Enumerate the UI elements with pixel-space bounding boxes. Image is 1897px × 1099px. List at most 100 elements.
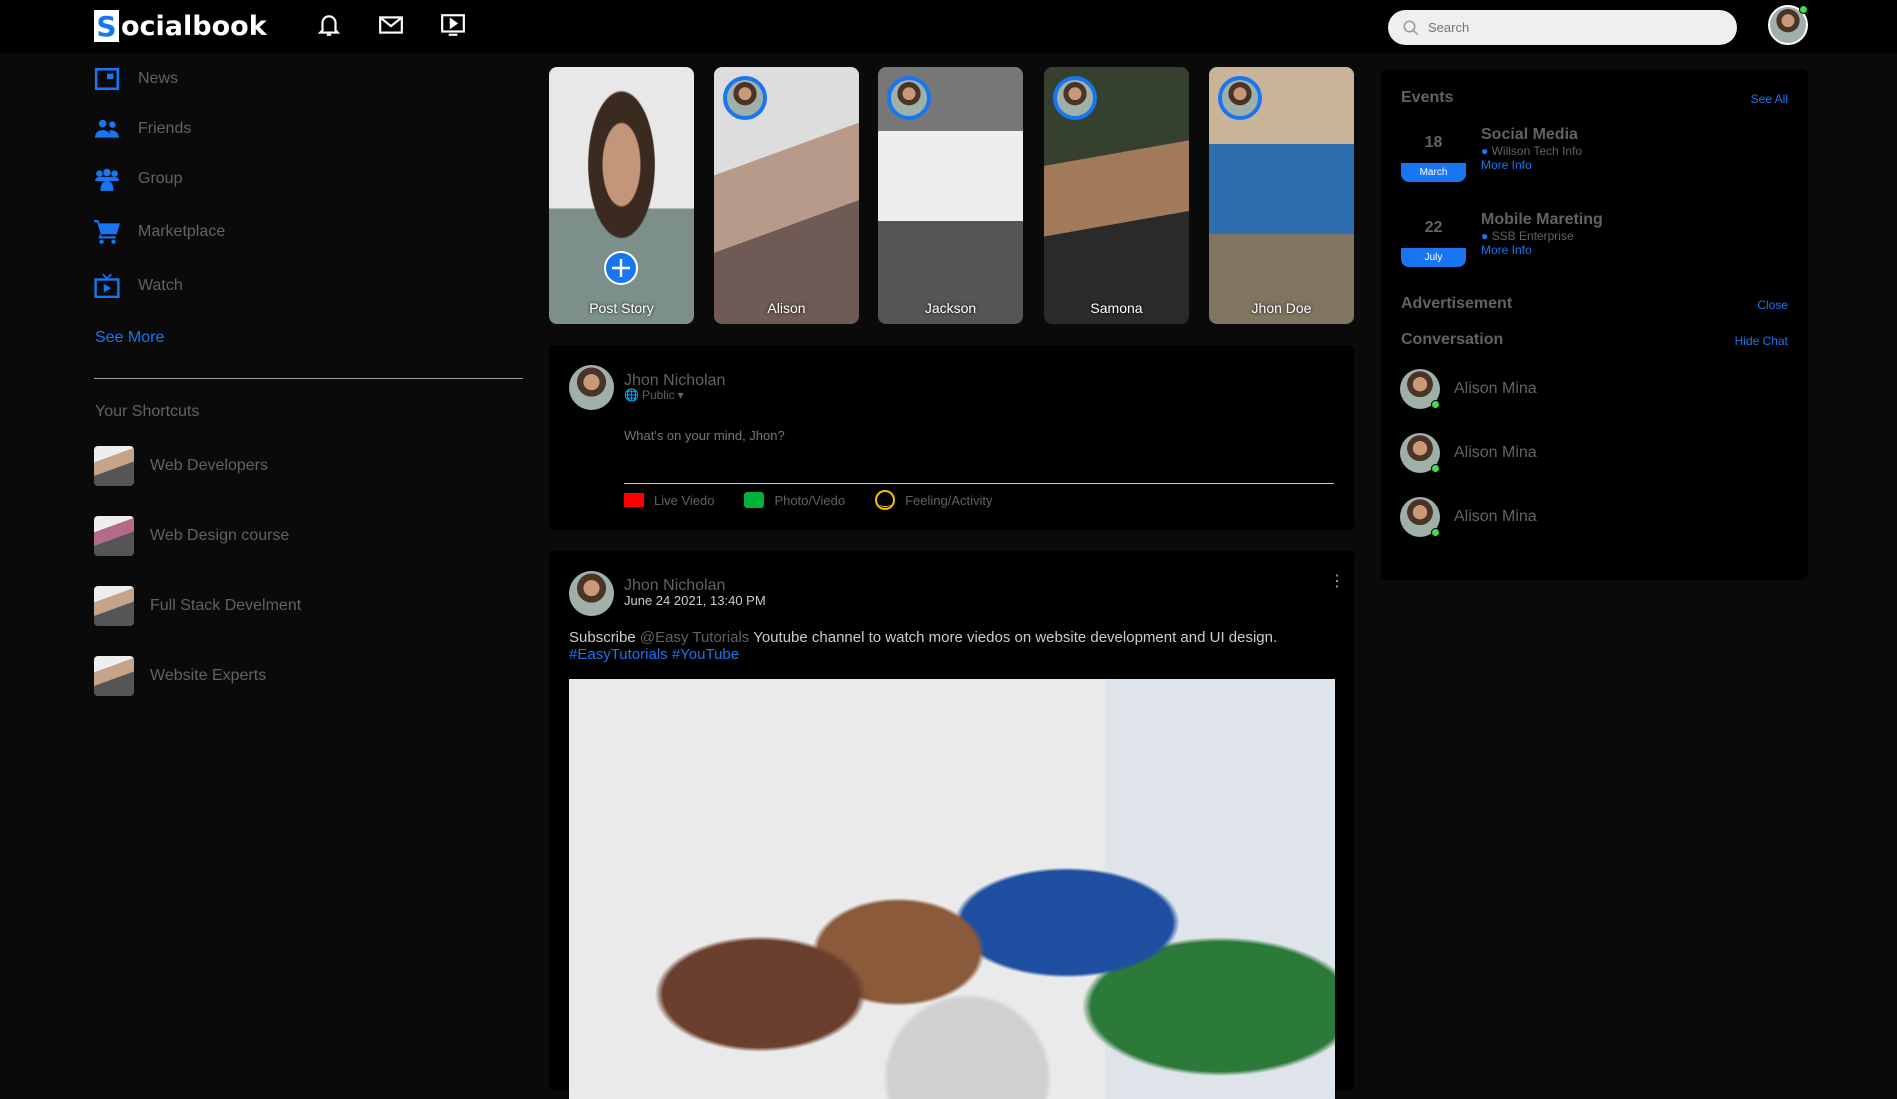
hide-chat-link[interactable]: Hide Chat (1735, 334, 1788, 348)
story-avatar (723, 76, 767, 120)
event-place: Willson Tech Info (1491, 144, 1583, 158)
sidebar-item-marketplace[interactable]: Marketplace (94, 219, 225, 245)
online-indicator (1431, 400, 1440, 409)
news-icon (94, 67, 120, 91)
privacy-selector[interactable]: 🌐 Public ▾ (624, 388, 684, 402)
chat-contact[interactable]: Alison Mina (1400, 369, 1537, 409)
post-input[interactable] (624, 428, 1334, 484)
globe-icon: 🌐 (624, 388, 639, 402)
author-avatar[interactable] (569, 571, 614, 616)
shortcut-label: Website Experts (150, 667, 267, 684)
chat-contact[interactable]: Alison Mina (1400, 433, 1537, 473)
caret-down-icon: ▾ (677, 388, 684, 402)
story-jhon-doe[interactable]: Jhon Doe (1209, 67, 1354, 324)
story-samona[interactable]: Samona (1044, 67, 1189, 324)
user-avatar (569, 365, 614, 410)
event-day: 22 (1424, 219, 1443, 236)
event-item: Mobile Mareting ● SSB Enterprise More Info (1481, 211, 1603, 257)
shortcut-item[interactable]: Web Developers (94, 446, 268, 486)
location-pin-icon: ● (1481, 229, 1489, 243)
action-label: Live Viedo (654, 492, 715, 508)
live-video-button[interactable]: Live Viedo (624, 490, 714, 510)
story-name: Jhon Doe (1251, 300, 1312, 316)
logo-text: ocialbook (121, 10, 267, 42)
shortcut-thumbnail (94, 586, 134, 626)
more-info-link[interactable]: More Info (1481, 158, 1582, 172)
event-title: Mobile Mareting (1481, 211, 1603, 228)
contact-avatar (1400, 497, 1440, 537)
contact-name: Alison Mina (1454, 444, 1537, 461)
sidebar-item-label: News (138, 70, 179, 87)
shortcut-item[interactable]: Full Stack Develment (94, 586, 301, 626)
conversation-title: Conversation (1401, 331, 1504, 348)
post-time: June 24 2021, 13:40 PM (624, 593, 766, 608)
action-label: Photo/Viedo (774, 492, 846, 508)
bell-icon[interactable] (316, 12, 342, 38)
event-item: Social Media ● Willson Tech Info More Info (1481, 126, 1582, 172)
photo-video-button[interactable]: Photo/Viedo (744, 490, 845, 510)
see-more-link[interactable]: See More (95, 329, 164, 347)
story-avatar (1218, 76, 1262, 120)
sidebar-item-watch[interactable]: Watch (94, 273, 183, 299)
more-info-link[interactable]: More Info (1481, 243, 1603, 257)
tv-icon (94, 273, 120, 299)
story-name: Jackson (924, 300, 977, 316)
sidebar-item-label: Watch (138, 277, 183, 294)
post-text: Subscribe @Easy Tutorials Youtube channe… (569, 629, 1339, 663)
mention-link[interactable]: @Easy Tutorials (640, 629, 749, 646)
logo[interactable]: Socialbook (94, 10, 267, 43)
shortcuts-title: Your Shortcuts (95, 403, 200, 420)
event-place: SSB Enterprise (1491, 229, 1574, 243)
hashtag-links[interactable]: #EasyTutorials #YouTube (569, 646, 739, 663)
feeling-activity-button[interactable]: ‿ Feeling/Activity (875, 490, 993, 510)
more-options-icon[interactable]: ⋮ (1329, 574, 1345, 590)
post-card: Jhon Nicholan June 24 2021, 13:40 PM ⋮ S… (549, 551, 1354, 1099)
story-name: Samona (1090, 300, 1143, 316)
search-box[interactable] (1388, 10, 1737, 45)
search-input[interactable] (1428, 20, 1708, 35)
contact-name: Alison Mina (1454, 380, 1537, 397)
contact-name: Alison Mina (1454, 508, 1537, 525)
event-date: 18 March (1401, 134, 1466, 182)
plus-icon[interactable] (603, 250, 639, 286)
shortcut-thumbnail (94, 516, 134, 556)
online-indicator (1799, 5, 1808, 14)
search-icon (1403, 20, 1419, 35)
mail-icon[interactable] (378, 12, 404, 38)
contact-avatar (1400, 369, 1440, 409)
shortcut-item[interactable]: Web Design course (94, 516, 289, 556)
story-post-story[interactable]: Post Story (549, 67, 694, 324)
cart-icon (94, 220, 120, 244)
events-title: Events (1401, 89, 1454, 106)
story-name: Post Story (589, 300, 654, 316)
shortcut-item[interactable]: Website Experts (94, 656, 266, 696)
event-date: 22 July (1401, 219, 1466, 267)
story-alison[interactable]: Alison (714, 67, 859, 324)
shortcut-thumbnail (94, 656, 134, 696)
contact-avatar (1400, 433, 1440, 473)
post-image[interactable] (569, 679, 1335, 1099)
sidebar-item-group[interactable]: Group (94, 166, 182, 192)
shortcut-label: Web Design course (150, 527, 290, 544)
close-ad-link[interactable]: Close (1757, 298, 1788, 312)
group-icon (95, 168, 119, 191)
sidebar-item-label: Marketplace (138, 223, 226, 240)
shortcut-thumbnail (94, 446, 134, 486)
see-all-link[interactable]: See All (1751, 92, 1788, 106)
logo-letter: S (94, 10, 119, 43)
privacy-label: Public (641, 388, 675, 402)
sidebar-item-label: Friends (138, 120, 192, 137)
event-title: Social Media (1481, 126, 1578, 143)
sidebar-item-friends[interactable]: Friends (94, 116, 191, 142)
camera-icon (744, 492, 765, 508)
advertisement-title: Advertisement (1401, 295, 1513, 312)
story-jackson[interactable]: Jackson (878, 67, 1023, 324)
sidebar-item-news[interactable]: News (94, 66, 178, 92)
smile-icon: ‿ (875, 490, 896, 510)
shortcut-label: Web Developers (150, 457, 268, 474)
video-icon[interactable] (440, 12, 466, 38)
friends-icon (95, 119, 119, 138)
chat-contact[interactable]: Alison Mina (1400, 497, 1537, 537)
location-pin-icon: ● (1481, 144, 1489, 158)
live-video-icon (624, 493, 644, 507)
